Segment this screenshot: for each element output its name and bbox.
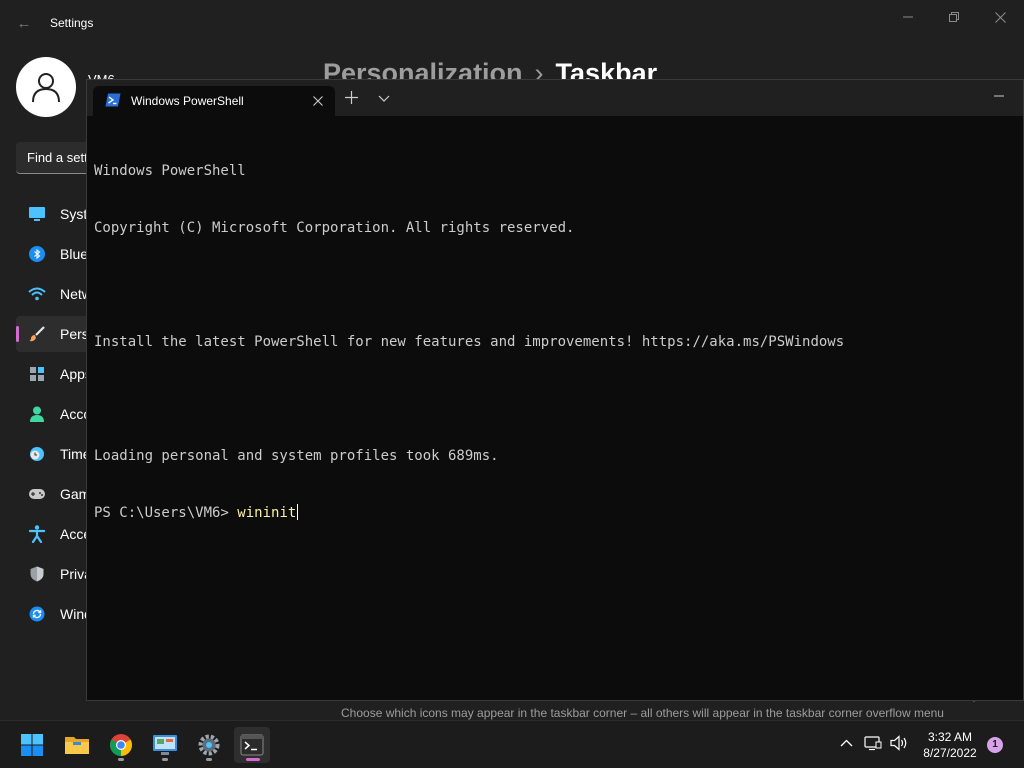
new-tab-button[interactable]: [341, 88, 361, 108]
active-indicator: [16, 326, 19, 342]
restore-icon: [949, 12, 959, 22]
terminal-line: Loading personal and system profiles too…: [94, 448, 499, 464]
shield-icon: [28, 565, 46, 583]
start-icon: [21, 734, 43, 756]
back-arrow-icon[interactable]: ←: [14, 14, 34, 34]
speaker-icon: [890, 735, 907, 751]
terminal-line: Copyright (C) Microsoft Corporation. All…: [94, 220, 575, 236]
taskbar-terminal[interactable]: [234, 727, 270, 763]
terminal-output[interactable]: Windows PowerShell Copyright (C) Microso…: [94, 124, 1014, 561]
typed-command: wininit: [237, 505, 297, 521]
clock-time: 3:32 AM: [927, 730, 973, 744]
chevron-down-icon: [378, 95, 390, 102]
settings-restore-button[interactable]: [931, 6, 977, 28]
clock-globe-icon: [28, 445, 46, 463]
terminal-minimize-button[interactable]: [987, 86, 1011, 106]
minimize-icon: [903, 16, 913, 18]
chrome-icon: [110, 734, 132, 756]
settings-gear-icon: [198, 734, 220, 756]
gamepad-icon: [28, 485, 46, 503]
start-button[interactable]: [14, 727, 50, 763]
running-indicator: [206, 758, 212, 761]
apps-icon: [28, 365, 46, 383]
control-panel-icon: [153, 735, 177, 755]
settings-close-button[interactable]: [977, 6, 1023, 28]
show-hidden-icons-button[interactable]: [836, 733, 856, 753]
taskbar-chrome[interactable]: [103, 727, 139, 763]
accessibility-icon: [28, 525, 46, 543]
terminal-window[interactable]: Windows PowerShell Windows PowerShell Co…: [86, 79, 1024, 701]
tab-windows-powershell[interactable]: Windows PowerShell: [93, 86, 335, 116]
ethernet-monitor-icon: [864, 736, 882, 751]
user-silhouette-icon: [32, 73, 60, 103]
notification-badge[interactable]: 1: [987, 737, 1003, 753]
network-status[interactable]: [863, 733, 883, 753]
chevron-up-icon: [840, 739, 852, 747]
settings-titlebar: ← Settings: [0, 0, 1024, 48]
tab-title: Windows PowerShell: [131, 94, 244, 108]
settings-minimize-button[interactable]: [885, 6, 931, 28]
bluetooth-icon: [28, 245, 46, 263]
terminal-tab-bar: Windows PowerShell: [87, 80, 1023, 116]
person-icon: [28, 405, 46, 423]
taskbar-settings[interactable]: [191, 727, 227, 763]
monitor-icon: [28, 205, 46, 223]
tab-close-button[interactable]: [309, 92, 327, 110]
volume-control[interactable]: [889, 733, 909, 753]
running-indicator: [118, 758, 124, 761]
prompt-line[interactable]: PS C:\Users\VM6> wininit: [94, 504, 1014, 523]
text-cursor: [297, 504, 299, 520]
paintbrush-icon: [28, 325, 46, 343]
close-icon: [994, 11, 1006, 23]
minimize-icon: [994, 95, 1004, 97]
taskbar: 3:32 AM 8/27/2022 1: [0, 720, 1024, 768]
active-app-indicator: [246, 758, 260, 761]
running-indicator: [162, 758, 168, 761]
close-icon: [313, 96, 323, 106]
terminal-line: Windows PowerShell: [94, 163, 246, 179]
prompt: PS C:\Users\VM6>: [94, 505, 238, 521]
settings-title: Settings: [50, 16, 94, 30]
clock-date: 8/27/2022: [923, 746, 977, 760]
taskbar-control-panel[interactable]: [147, 727, 183, 763]
update-icon: [28, 605, 46, 623]
taskbar-corner-overflow-description: Choose which icons may appear in the tas…: [341, 706, 944, 720]
terminal-line: Install the latest PowerShell for new fe…: [94, 334, 845, 350]
profile-dropdown-button[interactable]: [374, 89, 394, 109]
wifi-icon: [28, 285, 46, 303]
avatar[interactable]: [16, 57, 76, 117]
taskbar-file-explorer[interactable]: [59, 727, 95, 763]
file-explorer-icon: [65, 737, 89, 754]
taskbar-clock[interactable]: 3:32 AM 8/27/2022: [915, 729, 985, 761]
plus-icon: [344, 91, 358, 104]
terminal-icon: [240, 734, 264, 756]
powershell-icon: [105, 93, 121, 107]
